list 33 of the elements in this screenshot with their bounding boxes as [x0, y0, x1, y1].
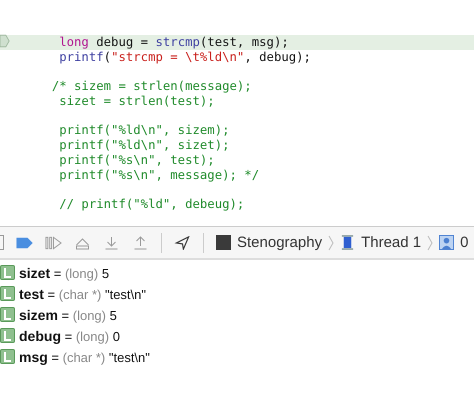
breakpoint-icon[interactable]	[16, 236, 33, 250]
panel-toggle-icon[interactable]	[0, 235, 4, 250]
code-line: printf("%s\n", test);	[58, 153, 216, 168]
code-line: // printf("%ld", debeug);	[58, 197, 246, 212]
continue-icon[interactable]	[45, 236, 62, 250]
code-line: /* sizem = strlen(message);	[50, 79, 253, 94]
local-variable-icon	[0, 328, 15, 343]
step-over-icon[interactable]	[74, 236, 91, 250]
variable-entry[interactable]: test = (char *) "test\n"	[19, 286, 146, 302]
breadcrumb[interactable]: Thread 1	[340, 234, 422, 251]
breadcrumb[interactable]: Stenography	[216, 234, 322, 251]
chevron-icon	[427, 234, 434, 250]
variable-entry[interactable]: msg = (char *) "test\n"	[19, 348, 150, 364]
spool-icon	[340, 235, 356, 250]
variable-entry[interactable]: sizet = (long) 5	[19, 264, 110, 280]
local-variable-icon	[0, 349, 15, 364]
code-line: printf("%s\n", message); */	[58, 168, 260, 183]
step-into-icon[interactable]	[103, 236, 120, 250]
variable-entry[interactable]: debug = (long) 0	[19, 328, 120, 344]
local-variable-icon	[0, 265, 15, 280]
variable-entry[interactable]: sizem = (long) 5	[19, 306, 117, 322]
code-line: printf("strcmp = \t%ld\n", debug);	[58, 50, 312, 65]
location-icon[interactable]	[174, 236, 191, 250]
terminal-icon	[216, 235, 231, 250]
chevron-icon	[328, 234, 334, 250]
breadcrumb[interactable]: 0	[439, 234, 468, 251]
code-line: sizet = strlen(test);	[58, 94, 216, 109]
step-out-icon[interactable]	[132, 236, 149, 250]
code-line: printf("%ld\n", sizem);	[58, 123, 231, 138]
local-variable-icon	[0, 307, 15, 322]
local-variable-icon	[0, 286, 15, 301]
person-icon	[439, 235, 454, 250]
code-line: printf("%ld\n", sizet);	[58, 138, 231, 153]
